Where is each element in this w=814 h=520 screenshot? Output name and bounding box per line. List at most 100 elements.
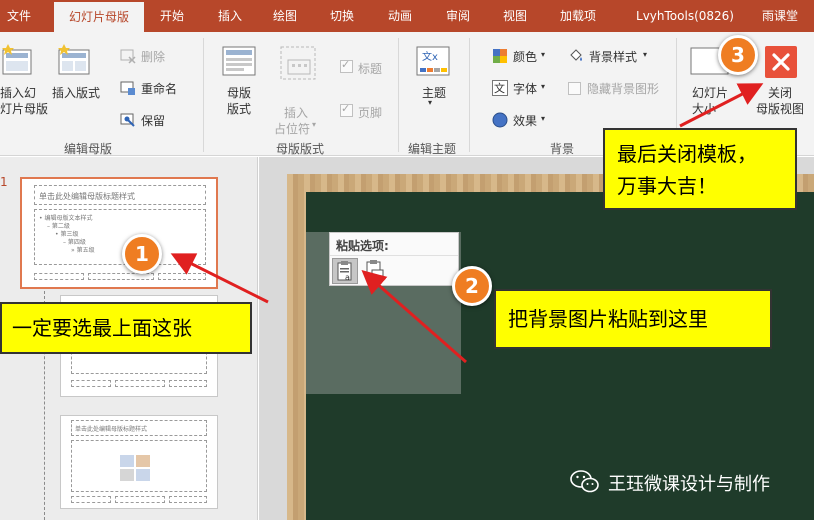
background-styles-label: 背景样式 — [589, 50, 638, 64]
group-label-edit-theme: 编辑主题 — [408, 142, 457, 156]
slide-number: 1 — [0, 175, 8, 189]
themes-icon: 文x — [416, 46, 450, 76]
thumbnail-footer-box — [115, 496, 165, 503]
tab-draw[interactable]: 绘图 — [263, 0, 307, 32]
colors-icon — [493, 49, 507, 63]
callout-paste-background: 把背景图片粘贴到这里 — [494, 289, 772, 349]
effects-icon — [492, 112, 508, 128]
group-separator — [469, 38, 470, 152]
group-label-edit-master: 编辑母版 — [64, 142, 113, 156]
hide-background-graphics-checkbox[interactable] — [568, 82, 581, 95]
slide-size-label-2: 大小 — [692, 102, 717, 116]
thumbnail-footer-box — [115, 380, 165, 387]
paint-bucket-icon — [570, 49, 582, 61]
dropdown-arrow-icon: ▾ — [541, 114, 546, 123]
tab-lvyhtools[interactable]: LvyhTools(0826) — [622, 0, 748, 32]
delete-icon — [120, 49, 136, 64]
paste-options-title: 粘贴选项: — [336, 239, 389, 253]
thumbnail-title-placeholder: 单击此处编辑母版标题样式 — [71, 420, 207, 436]
insert-layout-icon — [58, 44, 90, 75]
step-badge-2: 2 — [452, 266, 492, 306]
clipboard-icon: a — [337, 261, 352, 282]
callout-text: 万事大吉！ — [617, 174, 717, 198]
callout-text: 最后关闭模板， — [617, 142, 757, 166]
wechat-icon — [570, 470, 599, 493]
step-badge-1: 1 — [122, 234, 162, 274]
thumbnail-footer-box — [169, 496, 207, 503]
svg-text:文: 文 — [494, 81, 505, 95]
delete-label: 删除 — [141, 50, 166, 64]
checkmark-icon: ✓ — [341, 102, 351, 115]
thumbnail-footer-box — [158, 273, 206, 280]
thumbnail-body-placeholder — [71, 440, 207, 492]
thumbnail-title-text: 单击此处编辑母版标题样式 — [39, 192, 135, 201]
divider — [330, 255, 458, 256]
ribbon-tab-bar: 文件 幻灯片母版 开始 插入 绘图 切换 动画 审阅 视图 加载项 LvyhTo… — [0, 0, 814, 32]
thumbnail-body-line: » 第五级 — [71, 247, 95, 254]
effects-label: 效果 — [513, 114, 538, 128]
checkmark-icon: ✓ — [341, 58, 351, 71]
colors-label: 颜色 — [513, 50, 538, 64]
layout-thumbnail-3[interactable]: 单击此处编辑母版标题样式 — [60, 415, 218, 509]
thumbnail-content-icon — [120, 455, 134, 467]
tab-addins[interactable]: 加载项 — [550, 0, 606, 32]
footer-checkbox-label: 页脚 — [358, 106, 383, 120]
insert-placeholder-icon — [280, 46, 316, 80]
themes-label: 主题 — [422, 86, 447, 100]
dropdown-arrow-icon: ▾ — [428, 98, 433, 107]
insert-layout-label: 插入版式 — [52, 86, 101, 100]
tab-review[interactable]: 审阅 — [436, 0, 480, 32]
insert-slide-master-label-2: 灯片母版 — [0, 102, 49, 116]
master-layout-label-1: 母版 — [227, 86, 252, 100]
insert-slide-master-icon — [2, 44, 32, 75]
dropdown-arrow-icon: ▾ — [541, 82, 546, 91]
hide-background-graphics-label: 隐藏背景图形 — [587, 82, 660, 96]
dropdown-arrow-icon: ▾ — [541, 50, 546, 59]
pin-icon — [120, 113, 135, 127]
callout-text: 把背景图片粘贴到这里 — [508, 307, 708, 331]
master-slide-thumbnail[interactable]: 单击此处编辑母版标题样式 • 编辑母版文本样式 – 第二级 • 第三级 – 第四… — [20, 177, 218, 289]
fonts-icon: 文 — [492, 80, 508, 96]
thumbnail-title-text: 单击此处编辑母版标题样式 — [75, 426, 148, 433]
thumbnail-title-placeholder: 单击此处编辑母版标题样式 — [34, 185, 206, 205]
preserve-label: 保留 — [141, 114, 166, 128]
rename-icon — [120, 81, 135, 95]
thumbnail-footer-box — [71, 380, 111, 387]
paste-options-menu: 粘贴选项: a — [329, 232, 459, 286]
tab-view[interactable]: 视图 — [493, 0, 537, 32]
tab-slide-master[interactable]: 幻灯片母版 — [54, 2, 144, 32]
insert-slide-master-label-1: 插入幻 — [0, 86, 37, 100]
master-layout-label-2: 版式 — [227, 102, 252, 116]
tab-animations[interactable]: 动画 — [378, 0, 422, 32]
fonts-label: 字体 — [513, 82, 538, 96]
callout-text: 一定要选最上面这张 — [12, 316, 192, 340]
callout-select-top-slide: 一定要选最上面这张 — [0, 302, 252, 354]
thumbnail-body-placeholder: • 编辑母版文本样式 – 第二级 • 第三级 – 第四级 » 第五级 — [34, 209, 206, 265]
close-master-view-label-1: 关闭 — [768, 86, 793, 100]
tab-insert[interactable]: 插入 — [208, 0, 252, 32]
rename-label: 重命名 — [141, 82, 178, 96]
slide-size-label-1: 幻灯片 — [692, 86, 729, 100]
callout-close-template: 最后关闭模板， 万事大吉！ — [603, 128, 797, 210]
master-layout-icon — [222, 46, 256, 76]
paste-use-destination-theme-button[interactable]: a — [332, 258, 358, 284]
clipboard-picture-icon — [366, 260, 384, 281]
tab-transitions[interactable]: 切换 — [320, 0, 364, 32]
paste-picture-button[interactable] — [362, 258, 388, 284]
thumbnail-content-icon — [136, 455, 150, 467]
insert-placeholder-label-2: 占位符 — [274, 122, 311, 136]
thumbnail-footer-box — [34, 273, 84, 280]
group-separator — [398, 38, 399, 152]
close-icon — [765, 46, 797, 78]
tab-home[interactable]: 开始 — [150, 0, 194, 32]
thumbnail-content-icon — [120, 469, 134, 481]
thumbnail-content-icon — [136, 469, 150, 481]
dropdown-arrow-icon: ▾ — [643, 50, 648, 59]
insert-placeholder-label-1: 插入 — [284, 106, 309, 120]
tab-rain-classroom[interactable]: 雨课堂 — [752, 0, 808, 32]
step-badge-3: 3 — [718, 35, 758, 75]
thumbnail-footer-box — [88, 273, 154, 280]
group-label-background: 背景 — [550, 142, 575, 156]
watermark-text: 王珏微课设计与制作 — [608, 474, 770, 495]
tab-file[interactable]: 文件 — [0, 0, 38, 32]
